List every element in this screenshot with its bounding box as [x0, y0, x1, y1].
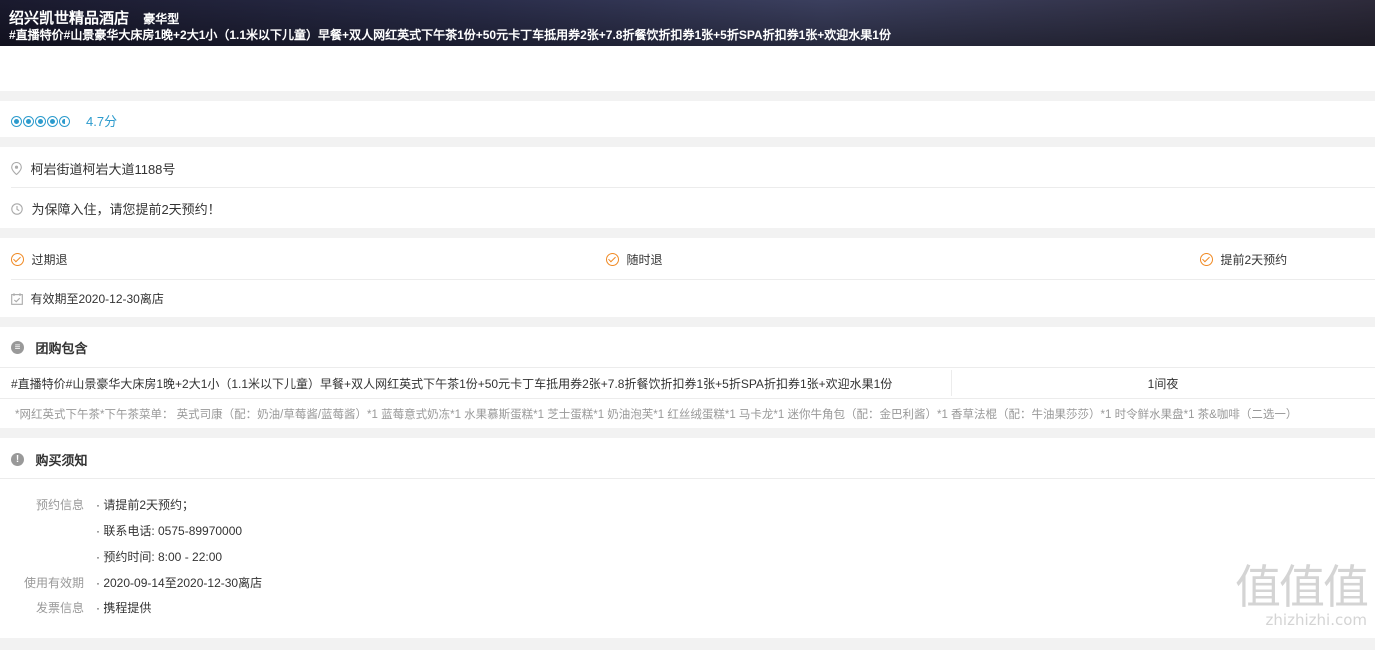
policy-label: 随时退: [626, 253, 663, 268]
star-icon: [47, 116, 58, 128]
check-circle-icon: [11, 253, 24, 267]
room-type-tag: 豪华型: [143, 12, 180, 26]
package-section: ≡ 团购包含 #直播特价#山景豪华大床房1晚+2大1小（1.1米以下儿童）早餐+…: [0, 327, 1375, 428]
clock-icon: [11, 202, 23, 215]
rating-row: 4.7分: [0, 101, 1375, 137]
divider: [0, 398, 1375, 399]
rating-stars: [11, 113, 71, 131]
exclamation-icon: !: [11, 453, 24, 466]
rating-score: 4.7分: [86, 114, 118, 129]
booking-line: · 联系电话: 0575-89970000: [96, 524, 243, 538]
banner-spacer: [0, 46, 1375, 91]
package-note: *网红英式下午茶*下午茶菜单： 英式司康（配：奶油/草莓酱/蓝莓酱）*1 蓝莓意…: [15, 409, 1298, 421]
location-section: 柯岩街道柯岩大道1188号 为保障入住，请您提前2天预约！: [0, 147, 1375, 228]
divider: [0, 367, 1375, 368]
policy-label: 过期退: [31, 253, 68, 268]
policy-item-anytime-refund: 随时退: [606, 251, 662, 269]
star-icon: [35, 116, 46, 128]
policy-item-expired-refund: 过期退: [11, 251, 67, 269]
booking-tip-line: 为保障入住，请您提前2天预约！: [11, 199, 221, 218]
star-icon: [11, 116, 22, 128]
divider: [0, 478, 1375, 479]
package-title: 团购包含: [35, 341, 88, 356]
policy-item-advance-booking: 提前2天预约: [1200, 251, 1287, 269]
hotel-header-banner: 绍兴凯世精品酒店 豪华型 #直播特价#山景豪华大床房1晚+2大1小（1.1米以下…: [0, 0, 1375, 46]
validity-text: 有效期至2020-12-30离店: [30, 292, 164, 307]
location-pin-icon: [11, 162, 22, 175]
booking-line: · 预约时间: 8:00 - 22:00: [96, 550, 223, 564]
address-text: 柯岩街道柯岩大道1188号: [30, 162, 176, 177]
notice-title: 购买须知: [35, 453, 88, 468]
star-icon: [23, 116, 34, 128]
divider: [11, 279, 1375, 280]
half-star-icon: [59, 116, 70, 128]
list-icon: ≡: [11, 341, 24, 354]
invoice-value: · 携程提供: [96, 601, 152, 615]
validity-line: 有效期至2020-12-30离店: [11, 290, 164, 308]
booking-line: · 请提前2天预约；: [96, 498, 195, 512]
invoice-label: 发票信息: [35, 601, 84, 615]
package-item-qty: 1间夜: [1147, 377, 1179, 391]
purchase-notice-section: ! 购买须知 预约信息 · 请提前2天预约； · 联系电话: 0575-8997…: [0, 438, 1375, 638]
check-circle-icon: [606, 253, 619, 267]
package-item-name: #直播特价#山景豪华大床房1晚+2大1小（1.1米以下儿童）早餐+双人网红英式下…: [11, 377, 893, 391]
hotel-name: 绍兴凯世精品酒店: [9, 10, 130, 27]
validity-label: 使用有效期: [23, 576, 84, 590]
divider: [11, 187, 1375, 188]
deal-title: #直播特价#山景豪华大床房1晚+2大1小（1.1米以下儿童）早餐+双人网红英式下…: [9, 28, 891, 42]
notice-header: ! 购买须知: [11, 450, 87, 469]
calendar-icon: [11, 293, 23, 305]
check-circle-icon: [1200, 253, 1213, 267]
policy-label: 提前2天预约: [1220, 253, 1288, 268]
booking-info-label: 预约信息: [35, 498, 84, 512]
address-line[interactable]: 柯岩街道柯岩大道1188号: [11, 159, 175, 178]
validity-value: · 2020-09-14至2020-12-30离店: [96, 576, 263, 590]
package-header: ≡ 团购包含: [11, 338, 87, 357]
booking-tip-text: 为保障入住，请您提前2天预约！: [31, 202, 221, 217]
hotel-title-line: 绍兴凯世精品酒店 豪华型: [9, 7, 179, 28]
policy-section: 过期退 随时退 提前2天预约 有效期至2020-12-30离店: [0, 238, 1375, 317]
